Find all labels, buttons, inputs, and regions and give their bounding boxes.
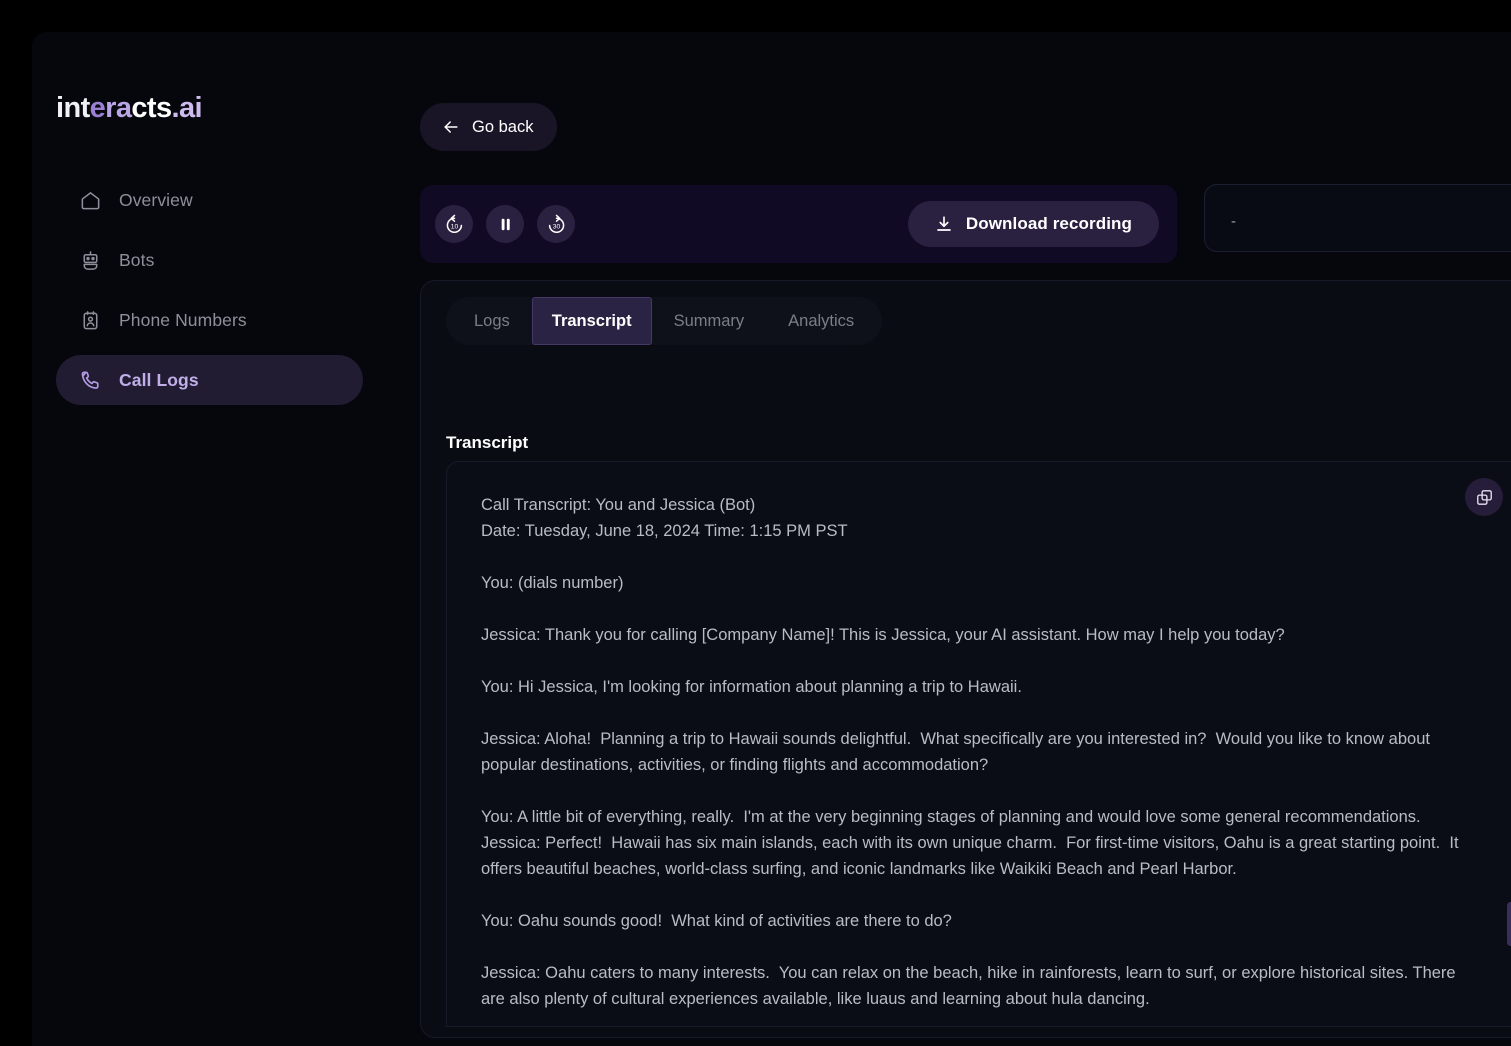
transcript-line-you-oahu: You: Oahu sounds good! What kind of acti… [481, 912, 952, 930]
download-recording-button[interactable]: Download recording [907, 201, 1159, 247]
copy-icon[interactable] [1465, 478, 1503, 516]
forward-30-button[interactable]: 30 [537, 205, 575, 243]
transcript-line-jessica-aloha: Jessica: Aloha! Planning a trip to Hawai… [481, 730, 1435, 774]
transcript-scrollbar[interactable] [1507, 510, 1511, 1008]
transcript-spacer [481, 596, 1465, 622]
home-icon [79, 189, 102, 212]
phone-icon [79, 369, 102, 392]
side-card-value: - [1231, 213, 1236, 230]
download-icon [935, 215, 953, 233]
transcript-line-jessica-oahu: Jessica: Oahu caters to many interests. … [481, 964, 1461, 1008]
transcript-spacer [481, 934, 1465, 960]
call-detail-card: Logs Transcript Summary Analytics Transc… [420, 280, 1511, 1038]
download-recording-label: Download recording [965, 214, 1132, 233]
sidebar-item-label: Phone Numbers [119, 309, 247, 330]
sidebar-item-label: Overview [119, 189, 193, 210]
logo-seg-5: .ai [171, 92, 203, 124]
sidebar-item-bots[interactable]: Bots [56, 235, 363, 285]
transcript-spacer [481, 648, 1465, 674]
rewind-10-button[interactable]: 10 [435, 205, 473, 243]
app-window: interacts.ai Overview Bots Phone Numbers [32, 32, 1511, 1046]
sidebar-item-call-logs[interactable]: Call Logs [56, 355, 363, 405]
brand-logo[interactable]: interacts.ai [56, 94, 387, 123]
transcript-spacer [481, 882, 1465, 908]
sidebar-item-label: Call Logs [119, 369, 199, 390]
call-detail-side-card: - [1204, 184, 1511, 252]
logo-seg-4: cts [131, 92, 172, 124]
svg-text:10: 10 [450, 223, 458, 230]
tab-bar: Logs Transcript Summary Analytics [446, 297, 883, 345]
main-content: Go back 10 30 Download recording - Logs … [387, 32, 1511, 1046]
transcript-line-you-dials: You: (dials number) [481, 574, 624, 592]
robot-icon [79, 249, 102, 272]
transcript-line-jessica-greeting: Jessica: Thank you for calling [Company … [481, 626, 1285, 644]
contact-card-icon [79, 309, 102, 332]
transcript-spacer [481, 544, 1465, 570]
tab-transcript[interactable]: Transcript [531, 297, 652, 345]
transcript-line-you-hawaii: You: Hi Jessica, I'm looking for informa… [481, 678, 1022, 696]
transcript-panel: Call Transcript: You and Jessica (Bot) D… [446, 461, 1511, 1027]
svg-text:30: 30 [552, 223, 560, 230]
page-title: Transcript [446, 433, 529, 452]
logo-seg-2: e [89, 92, 106, 124]
scrollbar-thumb[interactable] [1507, 902, 1511, 946]
transcript-spacer [481, 700, 1465, 726]
sidebar: interacts.ai Overview Bots Phone Numbers [32, 32, 387, 1046]
audio-player-bar: 10 30 Download recording [420, 185, 1177, 263]
tab-logs[interactable]: Logs [452, 301, 532, 341]
sidebar-item-phone-numbers[interactable]: Phone Numbers [56, 295, 363, 345]
logo-seg-3: ra [105, 92, 132, 124]
go-back-button[interactable]: Go back [420, 103, 558, 151]
sidebar-nav: Overview Bots Phone Numbers Call Logs [32, 175, 387, 405]
logo-seg-1: int [56, 92, 90, 124]
pause-button[interactable] [486, 205, 524, 243]
transcript-header-line-2: Date: Tuesday, June 18, 2024 Time: 1:15 … [481, 522, 848, 540]
transcript-line-you-everything: You: A little bit of everything, really.… [481, 808, 1459, 878]
sidebar-item-label: Bots [119, 249, 155, 270]
tab-summary[interactable]: Summary [652, 301, 767, 341]
go-back-label: Go back [472, 117, 534, 136]
sidebar-item-overview[interactable]: Overview [56, 175, 363, 225]
transcript-spacer [481, 778, 1465, 804]
arrow-left-icon [441, 117, 461, 137]
transcript-header-line-1: Call Transcript: You and Jessica (Bot) [481, 496, 756, 514]
tab-analytics[interactable]: Analytics [766, 301, 876, 341]
